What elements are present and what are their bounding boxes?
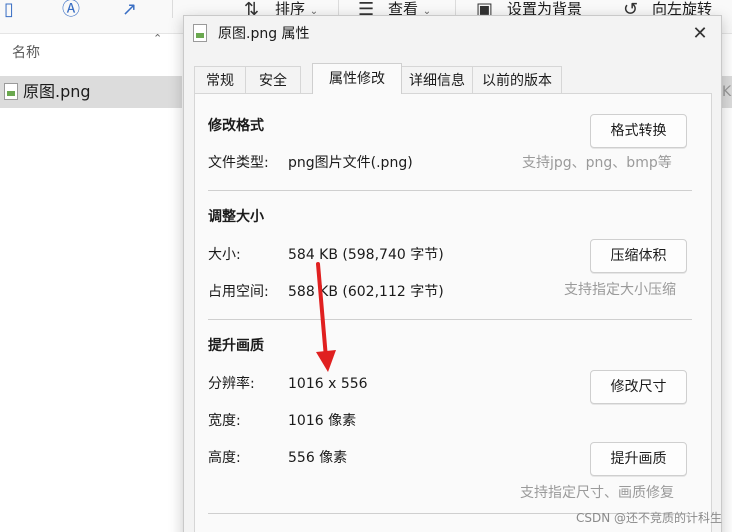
tab-property-modify[interactable]: 属性修改 <box>312 63 402 94</box>
watermark-text: CSDN @还不竞质的计科生 <box>575 511 722 525</box>
